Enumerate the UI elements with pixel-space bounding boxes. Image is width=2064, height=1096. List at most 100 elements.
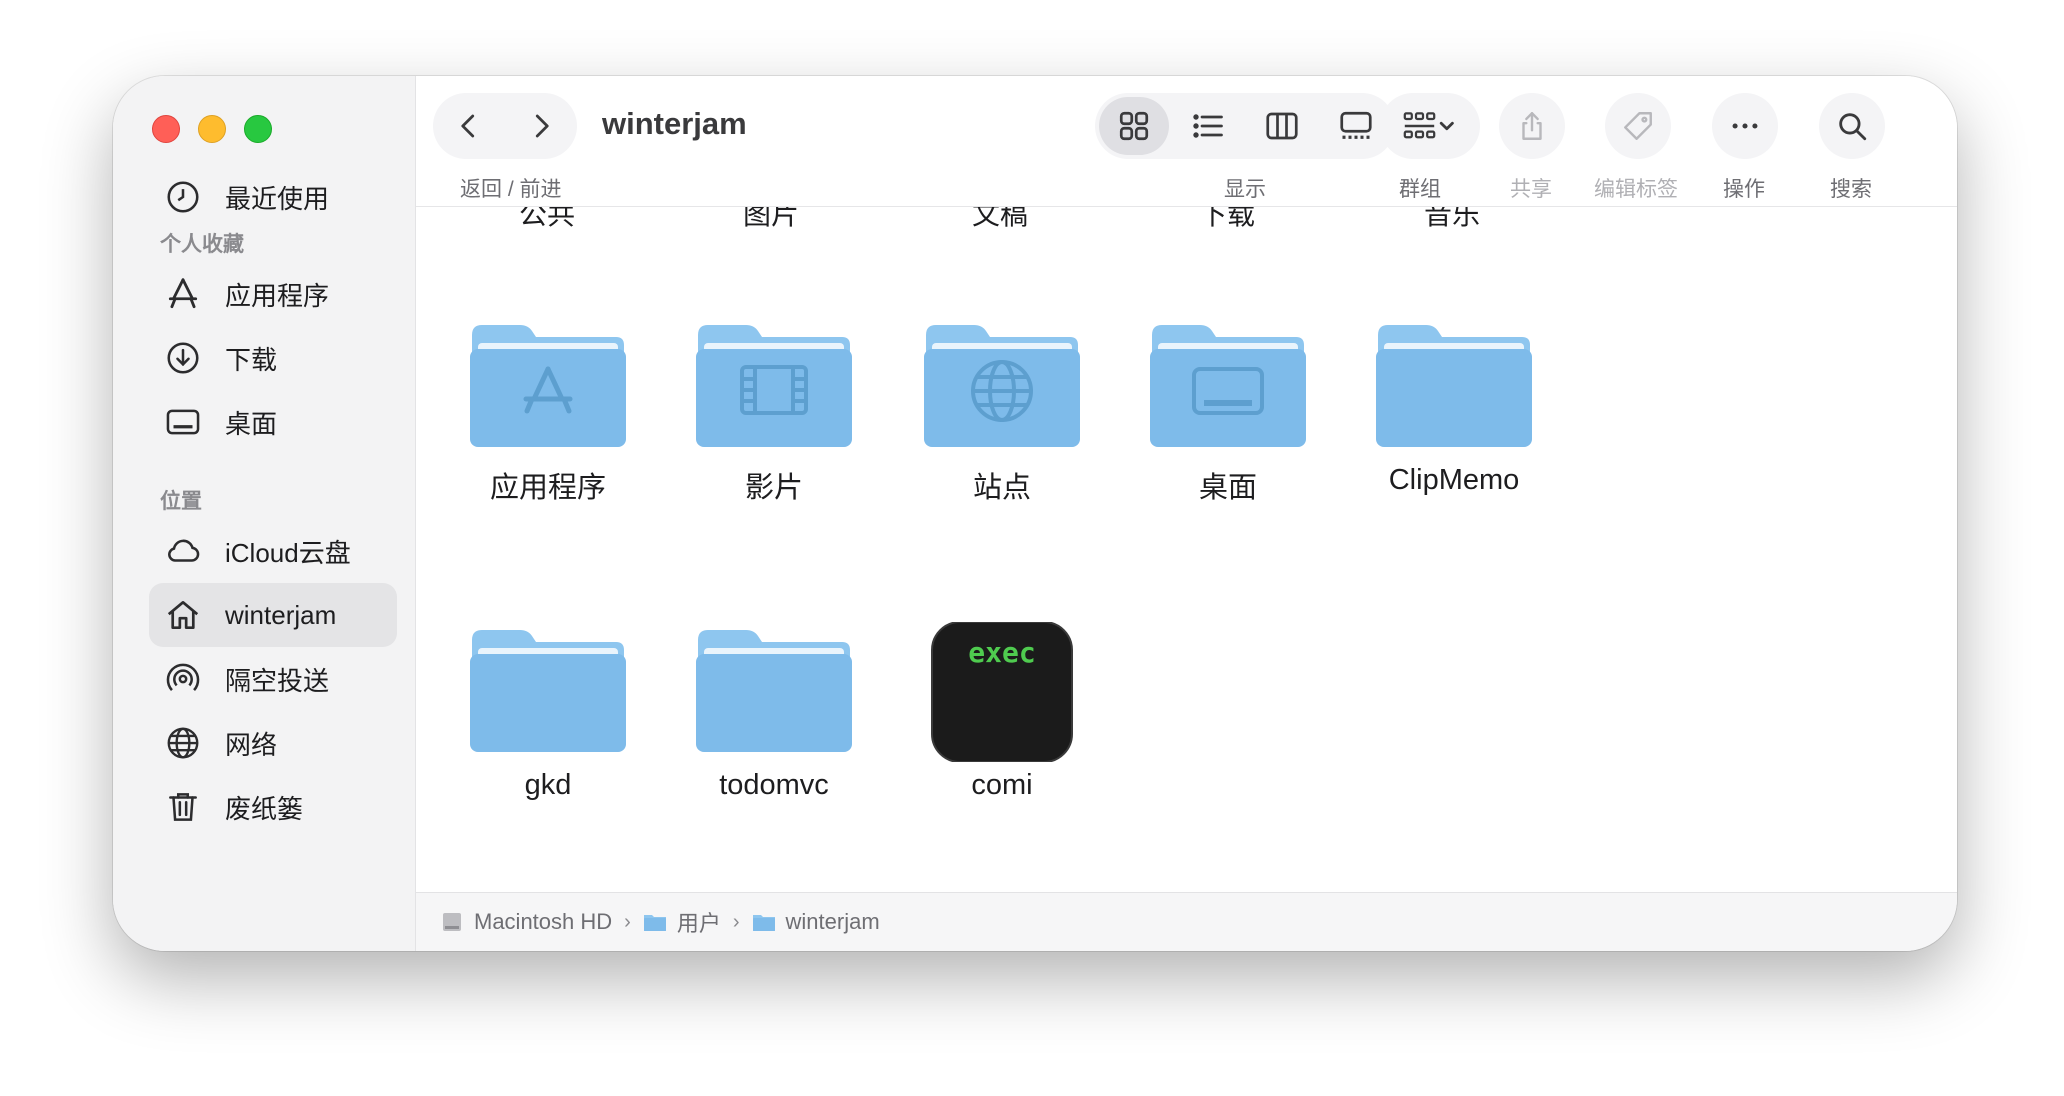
path-segment-home[interactable]: winterjam xyxy=(752,909,880,935)
search-label: 搜索 xyxy=(1830,178,1872,201)
sidebar-item-network[interactable]: 网络 xyxy=(149,711,397,775)
edit-tags-label: 编辑标签 xyxy=(1594,178,1678,201)
file-name: 应用程序 xyxy=(489,472,606,504)
sidebar-item-icloud[interactable]: iCloud云盘 xyxy=(149,519,397,583)
list-view-button[interactable] xyxy=(1173,97,1243,155)
chevron-right-icon xyxy=(535,114,549,138)
columns-icon xyxy=(1266,112,1298,140)
folder-icon xyxy=(643,915,666,931)
path-segment-label: Macintosh HD xyxy=(474,909,613,934)
sidebar-item-label: 最近使用 xyxy=(225,183,330,214)
forward-button[interactable] xyxy=(511,96,571,156)
desktop-icon xyxy=(161,400,205,444)
view-mode-control xyxy=(1095,93,1395,159)
folder-icon xyxy=(696,630,852,752)
finder-window: 最近使用 个人收藏 应用程序 下载 桌面 位置 iCloud云盘 winterj… xyxy=(113,76,1957,951)
folder-icon xyxy=(696,325,852,447)
sidebar-item-label: winterjam xyxy=(225,599,337,630)
folder-sites[interactable]: 站点 xyxy=(882,317,1122,547)
sidebar-item-label: 隔空投送 xyxy=(225,665,330,696)
sidebar-item-desktop[interactable]: 桌面 xyxy=(149,390,397,454)
zoom-window-button[interactable] xyxy=(244,115,272,143)
sidebar-item-home[interactable]: winterjam xyxy=(149,583,397,647)
share-button[interactable] xyxy=(1499,93,1565,159)
file-name: comi xyxy=(971,769,1033,801)
path-segment-users[interactable]: 用户 xyxy=(643,906,721,938)
file-name: ClipMemo xyxy=(1388,464,1520,496)
sidebar-item-downloads[interactable]: 下载 xyxy=(149,326,397,390)
sidebar-item-trash[interactable]: 废纸篓 xyxy=(149,775,397,839)
folder-gkd[interactable]: gkd xyxy=(428,622,668,852)
file-name: 桌面 xyxy=(1198,472,1257,504)
toolbar: winterjam 返回 / 前进 显示 群组 共享 编辑标签 操作 搜索 xyxy=(416,76,1957,207)
executable-comi[interactable]: exec comi xyxy=(882,622,1122,852)
group-button[interactable] xyxy=(1380,93,1480,159)
folder-icon xyxy=(924,325,1080,447)
sidebar-item-label: 桌面 xyxy=(225,408,278,439)
airdrop-icon xyxy=(161,657,205,701)
group-icon xyxy=(1403,112,1454,139)
partial-item-label: 图片 xyxy=(742,207,799,230)
sidebar-item-recents[interactable]: 最近使用 xyxy=(149,165,397,229)
app-store-icon xyxy=(161,272,205,316)
chevron-left-icon xyxy=(461,114,475,138)
folder-clipmemo[interactable]: ClipMemo xyxy=(1334,317,1574,547)
sidebar-item-label: iCloud云盘 xyxy=(225,537,351,568)
folder-movies[interactable]: 影片 xyxy=(654,317,894,547)
download-icon xyxy=(161,336,205,380)
search-icon xyxy=(1839,113,1867,141)
file-name: 影片 xyxy=(744,472,803,504)
partial-item-label: 音乐 xyxy=(1423,207,1480,230)
trash-icon xyxy=(161,785,205,829)
tag-icon xyxy=(1624,112,1652,140)
path-bar: Macintosh HD › 用户 › winterjam xyxy=(416,892,1957,951)
sidebar-item-label: 下载 xyxy=(225,344,278,375)
action-button[interactable] xyxy=(1712,93,1778,159)
file-name: 站点 xyxy=(972,472,1031,504)
folder-icon xyxy=(1150,325,1306,447)
sidebar-item-label: 应用程序 xyxy=(225,280,330,311)
hard-disk-icon xyxy=(443,913,461,931)
gallery-icon xyxy=(1340,111,1372,139)
back-forward-control xyxy=(433,93,577,159)
more-icon xyxy=(1732,123,1758,129)
action-label: 操作 xyxy=(1723,178,1765,201)
path-segment-disk[interactable]: Macintosh HD xyxy=(440,909,612,935)
column-view-button[interactable] xyxy=(1247,97,1317,155)
partial-item-label: 下载 xyxy=(1198,207,1255,230)
sidebar-item-label: 网络 xyxy=(225,729,278,760)
folder-applications[interactable]: 应用程序 xyxy=(428,317,668,547)
exec-label: exec xyxy=(968,636,1035,669)
back-forward-label: 返回 / 前进 xyxy=(460,178,562,201)
home-icon xyxy=(161,593,205,637)
back-button[interactable] xyxy=(439,96,499,156)
share-label: 共享 xyxy=(1510,178,1552,201)
file-grid: 公共 图片 文稿 下载 音乐 应用程序 影片 站点 桌面 ClipMemo gk… xyxy=(416,207,1957,892)
sidebar-section-favorites: 个人收藏 xyxy=(160,233,244,256)
chevron-right-icon: › xyxy=(624,910,631,933)
share-icon xyxy=(1522,112,1542,140)
group-label: 群组 xyxy=(1399,178,1441,201)
file-name: todomvc xyxy=(719,769,829,801)
window-title: winterjam xyxy=(602,106,747,141)
folder-icon xyxy=(1376,325,1532,447)
folder-desktop[interactable]: 桌面 xyxy=(1108,317,1348,547)
icon-view-button[interactable] xyxy=(1099,97,1169,155)
minimize-window-button[interactable] xyxy=(198,115,226,143)
sidebar: 最近使用 个人收藏 应用程序 下载 桌面 位置 iCloud云盘 winterj… xyxy=(113,76,416,951)
sidebar-item-airdrop[interactable]: 隔空投送 xyxy=(149,647,397,711)
path-segment-label: 用户 xyxy=(676,911,721,936)
sidebar-item-applications[interactable]: 应用程序 xyxy=(149,262,397,326)
folder-todomvc[interactable]: todomvc xyxy=(654,622,894,852)
file-name: gkd xyxy=(524,769,572,801)
home-folder-icon xyxy=(752,915,775,931)
edit-tags-button[interactable] xyxy=(1605,93,1671,159)
clock-icon xyxy=(161,175,205,219)
network-icon xyxy=(161,721,205,765)
sidebar-item-label: 废纸篓 xyxy=(225,793,304,824)
search-button[interactable] xyxy=(1819,93,1885,159)
sidebar-section-locations: 位置 xyxy=(160,490,202,513)
terminal-exec-icon: exec xyxy=(931,622,1073,762)
close-window-button[interactable] xyxy=(152,115,180,143)
cloud-icon xyxy=(161,529,205,573)
